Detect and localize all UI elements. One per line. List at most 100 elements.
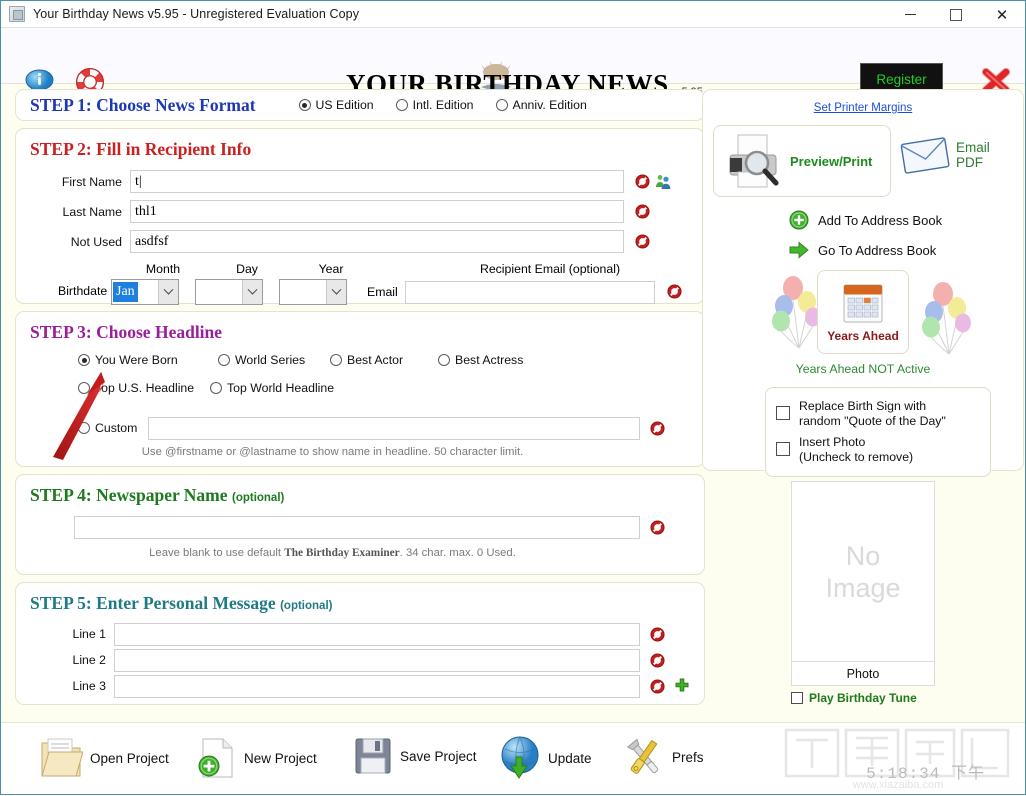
- print-email-row: Preview/Print Email PDF: [713, 125, 1013, 197]
- right-sidebar: Set Printer Margins Preview/Print Email …: [702, 89, 1024, 705]
- photo-section: No Image Photo Play Birthday Tune: [702, 481, 1024, 705]
- svg-text:www.xiazaiba.com: www.xiazaiba.com: [852, 779, 943, 791]
- birthdate-headers: Month Day Year Recipient Email (optional…: [30, 262, 690, 279]
- custom-headline-row: Custom: [30, 417, 690, 444]
- radio-top-world-headline[interactable]: Top World Headline: [210, 381, 334, 395]
- message-line-3-row: Line 3: [30, 675, 690, 701]
- step2-heading: STEP 2: Fill in Recipient Info: [30, 139, 252, 159]
- radio-top-us-headline[interactable]: Top U.S. Headline: [78, 381, 194, 395]
- line-3-input[interactable]: [114, 675, 640, 698]
- custom-headline-input[interactable]: [148, 417, 640, 440]
- radio-us-edition[interactable]: US Edition: [298, 98, 374, 112]
- hint-default-name: The Birthday Examiner: [284, 547, 400, 559]
- line-3-label: Line 3: [72, 679, 106, 693]
- add-green-plus-icon[interactable]: [674, 678, 690, 694]
- photo-preview-box[interactable]: No Image Photo: [791, 481, 935, 686]
- step3-panel: STEP 3: Choose Headline You Were Born Wo…: [15, 311, 705, 467]
- last-name-input[interactable]: [130, 200, 624, 223]
- clear-not-used-icon[interactable]: [635, 234, 650, 249]
- clear-line-1-icon[interactable]: [650, 627, 665, 642]
- step1-panel: STEP 1: Choose News Format US Edition In…: [15, 89, 705, 121]
- email-input[interactable]: [405, 281, 655, 304]
- first-name-input[interactable]: [130, 170, 624, 193]
- month-select[interactable]: Jan: [111, 279, 179, 305]
- radio-you-were-born[interactable]: You Were Born: [78, 353, 178, 367]
- years-ahead-button[interactable]: Years Ahead: [817, 270, 909, 354]
- open-project-label: Open Project: [90, 750, 169, 766]
- radio-dot-you-were-born: [78, 354, 90, 366]
- line-1-input[interactable]: [114, 623, 640, 646]
- update-button[interactable]: Update: [499, 735, 592, 781]
- line-2-label: Line 2: [72, 653, 106, 667]
- extras-checkbox-panel: Replace Birth Sign with random "Quote of…: [765, 387, 991, 477]
- radio-anniv-edition[interactable]: Anniv. Edition: [495, 98, 587, 112]
- radio-best-actor[interactable]: Best Actor: [330, 353, 403, 367]
- radio-intl-edition[interactable]: Intl. Edition: [395, 98, 474, 112]
- email-pdf-button[interactable]: Email PDF: [899, 135, 990, 175]
- clear-email-icon[interactable]: [667, 284, 682, 299]
- newspaper-name-input[interactable]: [74, 516, 640, 539]
- radio-label-top-us-headline: Top U.S. Headline: [95, 381, 195, 395]
- clear-line-3-icon[interactable]: [650, 679, 665, 694]
- clear-line-2-icon[interactable]: [650, 653, 665, 668]
- step4-optional-tag: (optional): [231, 492, 285, 504]
- application-window: Your Birthday News v5.95 - Unregistered …: [0, 0, 1026, 795]
- line-2-input[interactable]: [114, 649, 640, 672]
- play-birthday-tune-row[interactable]: Play Birthday Tune: [791, 691, 935, 705]
- headline-radio-row-1: You Were Born World Series Best Actor Be…: [30, 353, 690, 381]
- add-to-address-book-label: Add To Address Book: [818, 212, 943, 228]
- radio-best-actress[interactable]: Best Actress: [438, 353, 523, 367]
- open-project-button[interactable]: Open Project: [39, 735, 169, 781]
- printer-magnifier-icon: [729, 134, 779, 188]
- clear-newspaper-name-icon[interactable]: [650, 520, 665, 535]
- radio-world-series[interactable]: World Series: [218, 353, 305, 367]
- quote-label-line1: Replace Birth Sign with: [799, 399, 927, 413]
- custom-headline-hint: Use @firstname or @lastname to show name…: [141, 446, 524, 458]
- last-name-label: Last Name: [62, 204, 122, 219]
- preview-print-button[interactable]: Preview/Print: [713, 125, 891, 197]
- line-1-label: Line 1: [72, 627, 106, 641]
- message-line-1-row: Line 1: [30, 623, 690, 649]
- minimize-button[interactable]: [887, 1, 933, 28]
- checkbox-row-quote-of-the-day[interactable]: Replace Birth Sign with random "Quote of…: [776, 399, 980, 429]
- checkbox-label-quote-of-the-day: Replace Birth Sign with random "Quote of…: [799, 399, 946, 429]
- add-to-address-book-button[interactable]: Add To Address Book: [713, 210, 1013, 230]
- clear-custom-headline-icon[interactable]: [650, 421, 665, 436]
- radio-dot-world-series: [218, 354, 230, 366]
- play-birthday-tune-label: Play Birthday Tune: [809, 691, 917, 705]
- clear-first-name-icon[interactable]: [635, 174, 650, 189]
- checkbox-row-insert-photo[interactable]: Insert Photo (Uncheck to remove): [776, 435, 980, 465]
- checkbox-label-insert-photo: Insert Photo (Uncheck to remove): [799, 435, 913, 465]
- address-book-people-icon[interactable]: [655, 174, 671, 189]
- new-project-label: New Project: [244, 750, 317, 766]
- day-header: Day: [236, 262, 258, 276]
- radio-dot-top-world-headline: [210, 382, 222, 394]
- green-plus-circle-icon: [789, 210, 809, 230]
- radio-label-best-actor: Best Actor: [347, 353, 404, 367]
- month-chevron-down-icon: [158, 280, 178, 304]
- step4-heading-row: STEP 4: Newspaper Name (optional): [30, 485, 690, 506]
- radio-custom-headline[interactable]: Custom: [78, 421, 137, 435]
- year-select[interactable]: [279, 279, 347, 305]
- radio-label-custom-headline: Custom: [95, 421, 138, 435]
- close-button[interactable]: ✕: [979, 1, 1025, 28]
- checkbox-quote-of-the-day[interactable]: [776, 406, 790, 420]
- left-column: STEP 1: Choose News Format US Edition In…: [15, 89, 705, 705]
- step5-heading: STEP 5: Enter Personal Message: [30, 593, 276, 613]
- maximize-button[interactable]: [933, 1, 979, 28]
- save-project-button[interactable]: Save Project: [353, 735, 477, 777]
- checkbox-play-birthday-tune[interactable]: [791, 692, 803, 704]
- step5-heading-row: STEP 5: Enter Personal Message (optional…: [30, 593, 690, 614]
- new-project-button[interactable]: New Project: [197, 735, 317, 781]
- globe-download-icon: [501, 736, 539, 779]
- clear-last-name-icon[interactable]: [635, 204, 650, 219]
- checkbox-insert-photo[interactable]: [776, 442, 790, 456]
- not-used-input[interactable]: [130, 230, 624, 253]
- radio-dot-anniv-edition: [495, 99, 508, 111]
- go-to-address-book-button[interactable]: Go To Address Book: [713, 241, 1013, 259]
- set-printer-margins-link[interactable]: Set Printer Margins: [814, 102, 912, 114]
- radio-label-best-actress: Best Actress: [455, 353, 524, 367]
- prefs-button[interactable]: Prefs: [623, 735, 704, 779]
- radio-dot-custom-headline: [78, 422, 90, 434]
- day-select[interactable]: [195, 279, 263, 305]
